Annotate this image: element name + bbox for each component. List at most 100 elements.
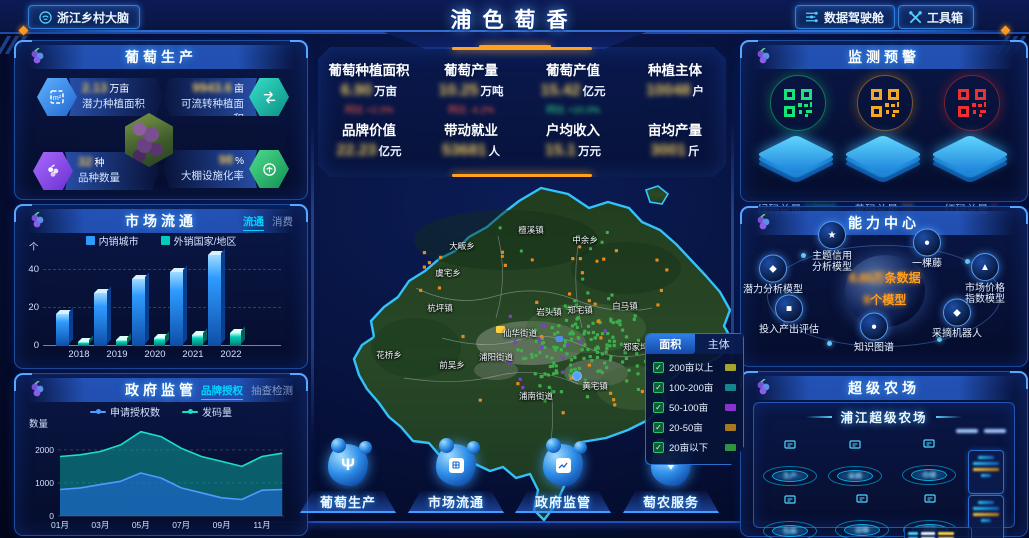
kpi-output-value: 葡萄产值15.42亿元同比 +10.0% [522, 59, 624, 113]
legend-tab-area[interactable]: 面积 [646, 334, 695, 354]
capability-node-picking-robot[interactable]: ◆采摘机器人 [932, 299, 982, 340]
tab-spot-check[interactable]: 抽查检测 [251, 383, 293, 400]
checkbox-checked[interactable]: ✓ [653, 382, 664, 393]
svg-text:01月: 01月 [51, 520, 69, 530]
farm-node-2[interactable]: 仓储 [898, 439, 960, 485]
farm-node-icon [784, 492, 797, 510]
legend-swatch [161, 236, 170, 245]
farm-subtitle: 浦江超级农场 [840, 407, 927, 426]
capability-node-price-index-model[interactable]: ▲市场价格 指数模型 [965, 253, 1005, 305]
legend-label: 50-100亩 [669, 400, 720, 414]
capability-node-knowledge-graph[interactable]: ●知识图谱 [854, 313, 894, 354]
market-legend: 内销城市 外销国家/地区 [15, 233, 307, 248]
town-label: 大畈乡 [449, 240, 475, 252]
tab-consumption[interactable]: 消费 [272, 214, 293, 231]
column-divider [311, 120, 314, 440]
panel-title: 政府监管 [125, 380, 197, 400]
checkbox-checked[interactable]: ✓ [653, 422, 664, 433]
gov-area-chart: 01000200001月03月05月07月09月11月 [25, 418, 297, 532]
x-tick: 2021 [175, 349, 211, 360]
stat-potential-area: m² 2.13万亩潜力种植面积 [37, 79, 163, 115]
legend-tab-entity[interactable]: 主体 [695, 334, 744, 354]
data-cockpit-label: 数据驾驶舱 [824, 9, 884, 26]
farm-data-rows [904, 527, 972, 538]
svg-text:11月: 11月 [253, 520, 270, 530]
data-cockpit-button[interactable]: 数据驾驶舱 [795, 5, 895, 29]
svg-text:03月: 03月 [91, 520, 109, 530]
bar-domestic [132, 279, 145, 346]
farm-node-1[interactable]: 采摘 [824, 440, 886, 486]
farm-node-label: 仓储 [922, 470, 936, 480]
svg-text:2000: 2000 [35, 445, 54, 455]
capability-label: 一棵藤 [912, 259, 942, 270]
nav-government[interactable]: 政府监管 [515, 444, 611, 513]
panel-capability: 能力中心 8.85万条数据 9个模型 ★主题信用 分析模型●一棵藤◆潜力分析模型… [740, 206, 1028, 367]
platform [851, 140, 917, 173]
town-label: 浦阳街道 [479, 351, 513, 363]
nav-label: 葡萄生产 [320, 492, 376, 511]
brain-icon [39, 11, 52, 24]
svg-text:05月: 05月 [132, 520, 150, 530]
knowledge-graph-icon: ● [860, 313, 888, 341]
grape-icon [29, 48, 45, 64]
tab-brand-auth[interactable]: 品牌授权 [201, 383, 243, 400]
y-axis-unit: 个 [29, 239, 39, 253]
capability-node-credit-model[interactable]: ★主题信用 分析模型 [812, 221, 852, 273]
bar-domestic [208, 255, 221, 346]
market-bar-chart: 02040 [43, 251, 281, 346]
legend-label: 外销国家/地区 [174, 233, 237, 248]
farm-node-0[interactable]: 生产 [759, 440, 821, 486]
farm-node-icon [784, 437, 797, 455]
legend-row-3[interactable]: ✓20-50亩 [653, 420, 736, 434]
town-label: 杭坪镇 [427, 302, 453, 314]
legend-row-2[interactable]: ✓ 50-100亩 [653, 400, 736, 414]
kpi-yield-per-mu: 亩均产量3001斤 [624, 119, 726, 160]
grape-icon [29, 381, 45, 397]
farm-node-icon [849, 437, 862, 455]
network-icon [449, 458, 464, 473]
credit-model-icon: ★ [818, 221, 846, 249]
toolbox-button[interactable]: 工具箱 [898, 5, 974, 29]
farm-node-3[interactable]: 包装 [759, 495, 821, 538]
capability-node-io-evaluation[interactable]: ■投入产出评估 [759, 295, 819, 336]
capability-node-one-vine[interactable]: ●一棵藤 [912, 229, 942, 270]
farm-mini-legend [956, 429, 1006, 433]
nav-grape-production[interactable]: Ψ 葡萄生产 [300, 444, 396, 513]
svg-text:07月: 07月 [172, 520, 190, 530]
kpi-employment: 带动就业53681人 [420, 119, 522, 160]
town-label: 郑宅镇 [567, 304, 593, 316]
kpi-household-income: 户均收入15.1万元 [522, 119, 624, 160]
legend-label: 100-200亩 [669, 380, 720, 394]
tab-circulation[interactable]: 流通 [243, 214, 264, 231]
panel-government: 政府监管 品牌授权抽查检测 申请授权数 发码量 数量 01000200001月0… [14, 373, 308, 536]
capability-node-potential-model[interactable]: ◆潜力分析模型 [743, 255, 803, 296]
grape-icon [29, 212, 45, 228]
town-label: 黄宅镇 [582, 380, 608, 392]
legend-row-4[interactable]: ✓20亩以下 [653, 440, 736, 454]
x-tick: 2022 [213, 349, 249, 360]
map-legend: 面积 主体 ✓200亩以上✓100-200亩✓50-100亩✓20-50亩✓20… [645, 333, 744, 465]
panel-title: 监测预警 [848, 47, 920, 67]
checkbox-checked[interactable]: ✓ [653, 442, 664, 453]
checkbox-checked[interactable]: ✓ [653, 362, 664, 373]
legend-swatch [725, 364, 736, 371]
brand-button[interactable]: 浙江乡村大脑 [28, 5, 140, 29]
town-label: 虞宅乡 [435, 267, 461, 279]
capability-label: 主题信用 分析模型 [812, 251, 852, 273]
checkbox-checked[interactable]: ✓ [653, 402, 664, 413]
legend-row-1[interactable]: ✓ 100-200亩 [653, 380, 736, 394]
town-label: 仙华街道 [503, 327, 537, 339]
farm-info-card [968, 450, 1004, 494]
nav-market[interactable]: 市场流通 [408, 444, 504, 513]
farm-node-label: 包装 [783, 526, 797, 536]
legend-line [182, 411, 198, 413]
red-qr-icon [944, 75, 1000, 131]
farm-node-4[interactable]: 运输 [831, 494, 893, 538]
legend-row-0[interactable]: ✓200亩以上 [653, 360, 736, 374]
kpi-yield: 葡萄产量10.25万吨同比 -4.2% [420, 59, 522, 113]
sliders-icon [806, 11, 819, 23]
farm-info-card [968, 495, 1004, 538]
panel-header: 能力中心 [751, 211, 1017, 235]
farm-sub-panel: 浦江超级农场 生产采摘仓储包装运输销售 [753, 402, 1015, 528]
grape-blob-icon [436, 444, 476, 486]
